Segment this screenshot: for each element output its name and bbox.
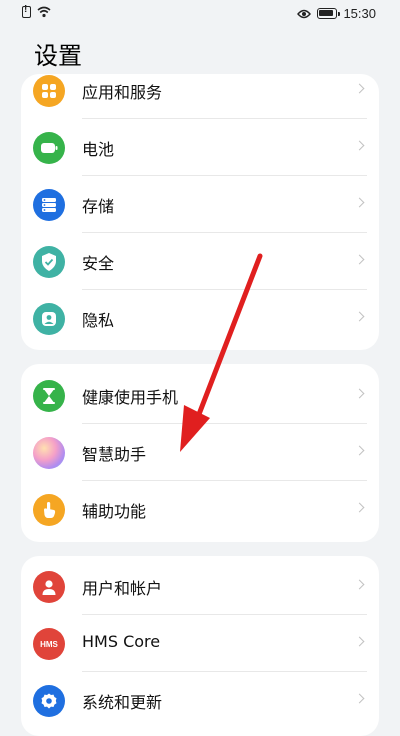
chevron-right-icon — [354, 254, 365, 265]
settings-item-label: 安全 — [82, 254, 115, 273]
settings-item-security[interactable]: 安全 — [21, 233, 379, 290]
shield-icon — [33, 246, 65, 278]
settings-item-label: 系统和更新 — [82, 693, 163, 712]
settings-item-label: 用户和帐户 — [82, 579, 163, 598]
chevron-right-icon — [354, 693, 365, 704]
settings-item-digital-balance[interactable]: 健康使用手机 — [21, 367, 379, 424]
hourglass-icon — [33, 380, 65, 412]
privacy-icon — [33, 303, 65, 335]
user-icon — [33, 571, 65, 603]
settings-item-label: 存储 — [82, 197, 115, 216]
storage-icon — [33, 189, 65, 221]
settings-group-2: 健康使用手机 智慧助手 辅助功能 — [21, 364, 379, 542]
settings-item-assistant[interactable]: 智慧助手 — [21, 424, 379, 481]
settings-item-label: 隐私 — [82, 311, 115, 330]
battery-status-icon — [317, 8, 341, 19]
settings-item-label: 健康使用手机 — [82, 388, 179, 407]
hms-badge-text: HMS — [40, 639, 58, 649]
chevron-right-icon — [354, 197, 365, 208]
settings-item-apps[interactable]: 应用和服务 — [21, 62, 379, 119]
chevron-right-icon — [354, 83, 365, 94]
assistant-icon — [33, 437, 65, 469]
eye-icon — [297, 9, 312, 18]
sim-alert-icon — [22, 4, 31, 18]
settings-item-hms-core[interactable]: HMS HMS Core — [21, 615, 379, 672]
settings-item-storage[interactable]: 存储 — [21, 176, 379, 233]
status-right: 15:30 — [297, 6, 376, 21]
settings-item-accessibility[interactable]: 辅助功能 — [21, 481, 379, 538]
hand-icon — [33, 494, 65, 526]
chevron-right-icon — [354, 579, 365, 590]
settings-item-battery[interactable]: 电池 — [21, 119, 379, 176]
chevron-right-icon — [354, 388, 365, 399]
settings-group-3: 用户和帐户 HMS HMS Core 系统和更新 — [21, 556, 379, 736]
settings-item-label: 电池 — [82, 140, 115, 159]
settings-item-label: HMS Core — [82, 632, 161, 651]
chevron-right-icon — [354, 311, 365, 322]
status-bar: 15:30 — [0, 0, 400, 28]
hms-icon: HMS — [33, 628, 65, 660]
status-time: 15:30 — [343, 6, 376, 21]
wifi-icon — [37, 6, 51, 18]
apps-icon — [33, 75, 65, 107]
settings-item-label: 辅助功能 — [82, 502, 147, 521]
settings-item-users-accounts[interactable]: 用户和帐户 — [21, 558, 379, 615]
status-left — [22, 4, 51, 18]
chevron-right-icon — [354, 445, 365, 456]
chevron-right-icon — [354, 140, 365, 151]
settings-item-privacy[interactable]: 隐私 — [21, 290, 379, 347]
battery-icon — [33, 132, 65, 164]
settings-group-1: 应用和服务 电池 存储 安全 隐私 — [21, 74, 379, 350]
gear-icon — [33, 685, 65, 717]
chevron-right-icon — [354, 636, 365, 647]
settings-item-label: 应用和服务 — [82, 83, 163, 102]
chevron-right-icon — [354, 502, 365, 513]
settings-item-label: 智慧助手 — [82, 445, 147, 464]
settings-item-system-update[interactable]: 系统和更新 — [21, 672, 379, 729]
